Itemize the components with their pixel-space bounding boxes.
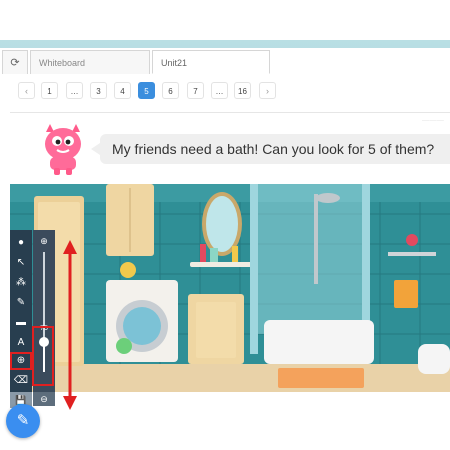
double-arrow-icon bbox=[63, 240, 77, 410]
divider bbox=[10, 112, 450, 113]
page-button[interactable]: 1 bbox=[41, 82, 58, 99]
tiny-header-text: ⸻⸻⸻ bbox=[421, 118, 444, 122]
tab-unit21[interactable]: Unit21 bbox=[152, 50, 270, 74]
page-button[interactable]: 6 bbox=[162, 82, 179, 99]
speech-bubble: My friends need a bath! Can you look for… bbox=[91, 134, 450, 164]
page-ellipsis[interactable]: … bbox=[211, 82, 228, 99]
chevron-left-icon[interactable]: ‹ bbox=[18, 82, 35, 99]
text-tool-icon[interactable]: A bbox=[10, 334, 32, 352]
page-button[interactable]: 4 bbox=[114, 82, 131, 99]
pointer-tool-icon[interactable]: ↖ bbox=[10, 254, 32, 272]
ruler-tool-icon[interactable]: ▬ bbox=[10, 314, 32, 332]
pink-monster-mascot bbox=[45, 124, 81, 175]
edit-pencil-icon[interactable]: ✎ bbox=[6, 404, 40, 438]
page-button[interactable]: 7 bbox=[187, 82, 204, 99]
zoom-highlight-box bbox=[32, 326, 54, 386]
lesson-header: ⸻⸻⸻ My friends need a bath! Can you look… bbox=[10, 114, 450, 184]
page-button-current[interactable]: 5 bbox=[138, 82, 155, 99]
eraser-tool-icon[interactable]: ⌫ bbox=[10, 372, 32, 390]
top-blank-area bbox=[0, 0, 450, 40]
zoom-out-icon[interactable]: ⊖ bbox=[33, 392, 55, 406]
drawing-toolbar: ● ↖ ⁂ ✎ ▬ A ⊕ ⌫ bbox=[10, 230, 32, 392]
pencil-tool-icon[interactable]: ✎ bbox=[10, 294, 32, 312]
tab-label: Whiteboard bbox=[39, 58, 86, 68]
tab-bar: ⟳ Whiteboard Unit21 bbox=[0, 50, 450, 74]
pagination: ‹ 1 … 3 4 5 6 7 … 16 › bbox=[0, 82, 450, 102]
refresh-icon[interactable]: ⟳ bbox=[2, 50, 28, 74]
page-button[interactable]: 16 bbox=[234, 82, 251, 99]
tab-whiteboard[interactable]: Whiteboard bbox=[30, 50, 150, 74]
page-button[interactable]: 3 bbox=[90, 82, 107, 99]
tab-label: Unit21 bbox=[161, 58, 188, 68]
zoom-in-tool-icon[interactable]: ⊕ bbox=[10, 352, 32, 370]
chevron-right-icon[interactable]: › bbox=[259, 82, 276, 99]
page-ellipsis[interactable]: … bbox=[66, 82, 83, 99]
circle-tool-icon[interactable]: ● bbox=[10, 234, 32, 252]
speech-text: My friends need a bath! Can you look for… bbox=[112, 141, 435, 157]
zoom-in-icon[interactable]: ⊕ bbox=[36, 234, 52, 248]
shapes-tool-icon[interactable]: ⁂ bbox=[10, 274, 32, 292]
